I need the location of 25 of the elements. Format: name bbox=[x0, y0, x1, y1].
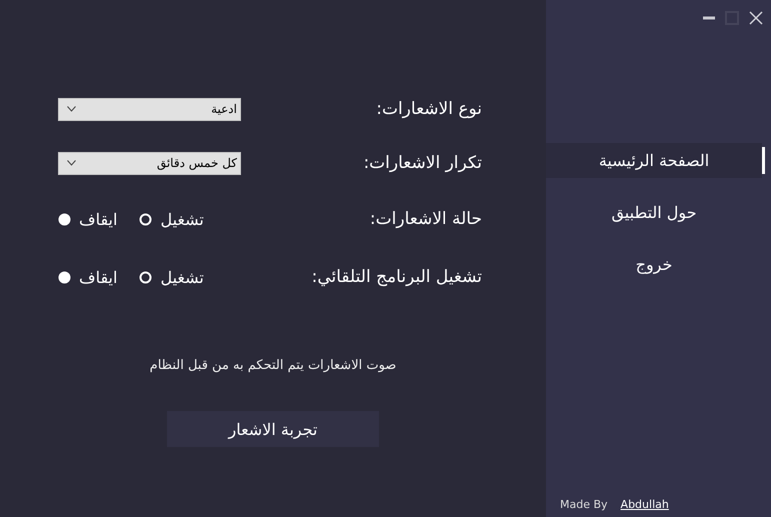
setting-label: تشغيل البرنامج التلقائي: bbox=[312, 267, 482, 287]
radio-button[interactable] bbox=[139, 212, 152, 226]
radio-button[interactable] bbox=[139, 270, 152, 284]
nav-item[interactable]: حول التطبيق bbox=[546, 195, 762, 230]
setting-label: حالة الاشعارات: bbox=[370, 209, 482, 229]
caret-icon bbox=[67, 160, 76, 166]
option-label[interactable]: تشغيل bbox=[160, 210, 204, 228]
credit-label: Made By bbox=[560, 498, 608, 511]
nav-item[interactable]: خروج bbox=[546, 247, 762, 282]
author-link[interactable]: Abdullah bbox=[620, 498, 669, 511]
minimize-icon[interactable] bbox=[703, 16, 715, 20]
setting-label: نوع الاشعارات: bbox=[376, 99, 482, 119]
dropdown[interactable]: ادعية bbox=[58, 98, 241, 120]
close-icon[interactable] bbox=[749, 11, 763, 25]
option-label[interactable]: ايقاف bbox=[79, 210, 118, 228]
option-label[interactable]: ايقاف bbox=[79, 268, 118, 286]
info-text: صوت الاشعارات يتم التحكم به من قبل النظام bbox=[150, 358, 396, 373]
dropdown[interactable]: كل خمس دقائق bbox=[58, 152, 241, 174]
nav-item[interactable]: الصفحة الرئيسية bbox=[546, 143, 762, 178]
option-label[interactable]: تشغيل bbox=[160, 268, 204, 286]
radio-button[interactable] bbox=[58, 212, 71, 226]
radio-button[interactable] bbox=[58, 270, 71, 284]
caret-icon bbox=[67, 106, 76, 112]
setting-label: تكرار الاشعارات: bbox=[363, 153, 482, 173]
test-notification-button[interactable]: تجربة الاشعار bbox=[167, 411, 379, 447]
